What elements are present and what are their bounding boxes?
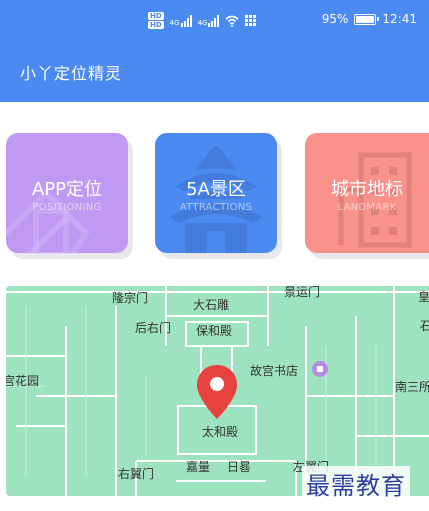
app-header: HD HD 4G 4G 95% 12:41 小丫定位精灵 <box>0 0 429 102</box>
page-title: 小丫定位精灵 <box>20 64 123 83</box>
network-type-1: 4G <box>169 18 180 27</box>
map-label: 故宫书店 <box>250 364 299 378</box>
map-label: 后右门 <box>135 321 172 335</box>
map-label: 石 <box>420 319 429 333</box>
map-label: 右翼门 <box>118 467 155 481</box>
battery-icon <box>354 13 380 25</box>
map-label: 保和殿 <box>196 324 233 338</box>
card-attractions[interactable]: 5A景区 ATTRACTIONS <box>155 133 277 253</box>
card-title: 城市地标 <box>331 179 403 200</box>
battery-percent: 95% <box>321 12 349 26</box>
wifi-icon <box>225 15 239 27</box>
card-landmark[interactable]: 城市地标 LANDMARK <box>305 133 429 253</box>
signal-icon <box>180 14 192 27</box>
bookstore-icon[interactable] <box>312 361 328 377</box>
card-app-positioning[interactable]: APP定位 POSITIONING <box>6 133 128 253</box>
app-grid-icon <box>245 15 257 26</box>
clock: 12:41 <box>382 12 417 26</box>
map-label: 嘉量 <box>186 460 211 474</box>
card-subtitle: LANDMARK <box>337 202 397 213</box>
hd-indicator: HD HD <box>148 12 164 29</box>
map-view[interactable]: 隆宗门 大石雕 景运门 皇 后右门 保和殿 石 宫花园 故宫书店 南三所 太和殿… <box>6 286 429 496</box>
card-title: 5A景区 <box>186 179 246 200</box>
map-label: 隆宗门 <box>112 291 149 305</box>
map-label: 景运门 <box>284 286 321 299</box>
signal-icon-2 <box>208 14 220 27</box>
location-pin-icon[interactable] <box>194 363 240 421</box>
watermark: 最需教育 <box>302 466 410 501</box>
map-label: 太和殿 <box>202 425 239 439</box>
map-label: 南三所 <box>395 380 429 394</box>
map-label: 大石雕 <box>193 298 230 312</box>
map-label: 日晷 <box>227 460 252 474</box>
map-label: 皇 <box>418 290 429 304</box>
card-subtitle: POSITIONING <box>32 202 102 213</box>
network-type-2: 4G <box>197 18 208 27</box>
card-subtitle: ATTRACTIONS <box>179 202 253 213</box>
card-title: APP定位 <box>31 179 103 200</box>
status-bar: HD HD 4G 4G 95% 12:41 <box>0 12 429 34</box>
map-label: 宫花园 <box>6 374 40 388</box>
